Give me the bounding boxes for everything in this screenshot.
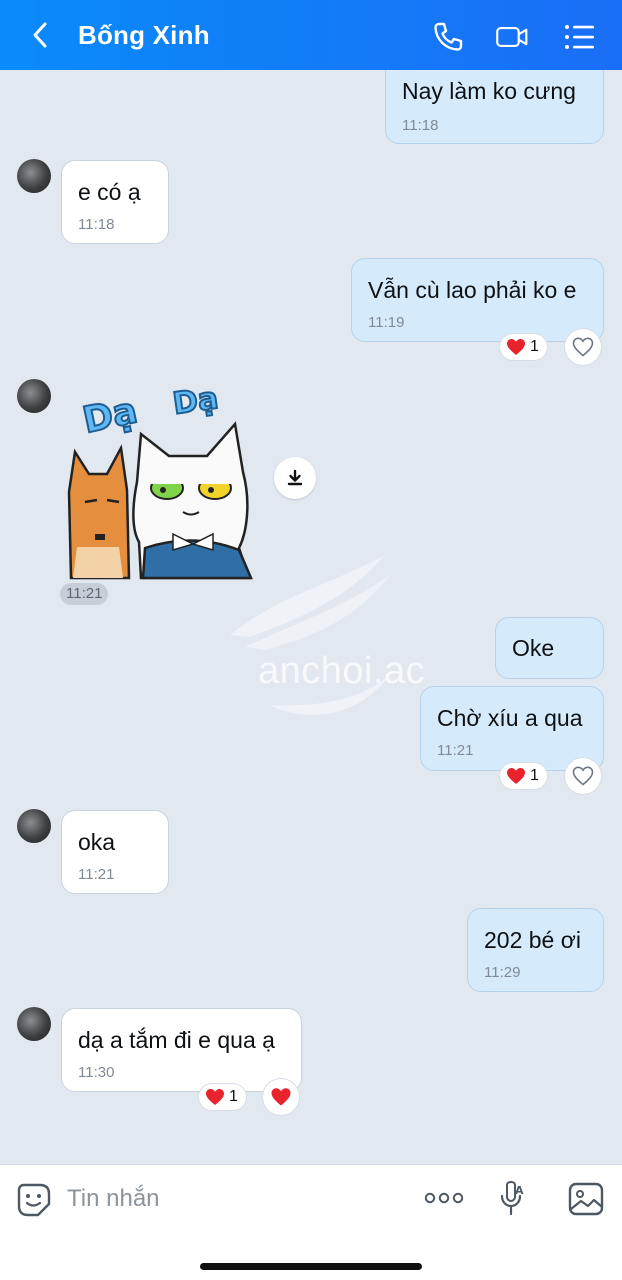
message-time: 11:18	[402, 117, 439, 134]
heart-outline-icon	[572, 766, 594, 786]
message-text: Chờ xíu a qua	[437, 705, 583, 731]
contact-name[interactable]: Bống Xinh	[78, 20, 210, 51]
message-time: 11:21	[60, 583, 109, 605]
message-time: 11:30	[78, 1064, 115, 1081]
download-button[interactable]	[274, 457, 316, 499]
message-bubble-incoming[interactable]: e có ạ 11:18	[61, 160, 169, 244]
message-bubble-outgoing[interactable]: Oke	[495, 617, 604, 679]
message-time: 11:19	[368, 314, 405, 331]
message-time: 11:29	[484, 964, 521, 981]
message-text: Vẫn cù lao phải ko e	[368, 277, 577, 303]
avatar[interactable]	[17, 379, 51, 413]
image-gallery-icon[interactable]	[568, 1182, 604, 1216]
back-icon[interactable]	[26, 20, 56, 50]
emoji-sticker-icon[interactable]	[16, 1182, 52, 1218]
chat-header: Bống Xinh	[0, 0, 622, 70]
avatar[interactable]	[17, 1007, 51, 1041]
message-text: e có ạ	[78, 179, 141, 205]
sticker-text-left: Dạ	[79, 390, 141, 441]
video-call-icon[interactable]	[495, 20, 529, 54]
message-bubble-outgoing[interactable]: 202 bé ơi 11:29	[467, 908, 604, 992]
message-text: Nay làm ko cưng	[402, 78, 576, 104]
reaction-count: 1	[530, 338, 539, 355]
message-time: 11:18	[78, 216, 115, 233]
avatar[interactable]	[17, 809, 51, 843]
message-input[interactable]: Tin nhắn	[67, 1185, 160, 1213]
message-text: oka	[78, 829, 116, 855]
react-button[interactable]	[565, 329, 601, 365]
reaction-summary[interactable]: 1	[199, 1084, 246, 1110]
watermark-logo	[230, 555, 390, 715]
message-text: Oke	[512, 635, 555, 661]
message-composer: Tin nhắn A	[0, 1164, 622, 1280]
reaction-count: 1	[229, 1088, 238, 1105]
message-text: 202 bé ơi	[484, 927, 581, 953]
message-bubble-incoming[interactable]: oka 11:21	[61, 810, 169, 894]
sticker-image[interactable]: Dạ Dạ	[63, 372, 259, 580]
heart-icon	[206, 1089, 224, 1105]
message-time: 11:21	[78, 866, 115, 883]
reaction-summary[interactable]: 1	[500, 334, 547, 360]
message-list[interactable]: Nay làm ko cưng 11:18 e có ạ 11:18 Vẫn c…	[0, 70, 622, 1164]
avatar[interactable]	[17, 159, 51, 193]
message-bubble-incoming[interactable]: dạ a tắm đi e qua ạ 11:30	[61, 1008, 302, 1092]
watermark-text: anchoi.ac	[258, 650, 426, 692]
message-text: dạ a tắm đi e qua ạ	[78, 1027, 275, 1053]
home-indicator	[200, 1263, 422, 1270]
reaction-count: 1	[530, 767, 539, 784]
message-bubble-outgoing[interactable]: Nay làm ko cưng 11:18	[385, 70, 604, 144]
more-options-icon[interactable]	[424, 1192, 464, 1204]
message-time: 11:21	[437, 742, 474, 759]
heart-outline-icon	[572, 337, 594, 357]
menu-list-icon[interactable]	[563, 20, 597, 54]
voice-text-icon[interactable]: A	[498, 1181, 526, 1217]
download-icon	[287, 469, 303, 486]
react-button[interactable]	[565, 758, 601, 794]
phone-icon[interactable]	[431, 20, 465, 54]
heart-icon	[507, 339, 525, 355]
svg-text:A: A	[515, 1184, 524, 1197]
sticker-text-right: Dạ	[171, 381, 221, 422]
reaction-summary[interactable]: 1	[500, 763, 547, 789]
heart-icon	[271, 1088, 291, 1106]
heart-icon	[507, 768, 525, 784]
react-button-active[interactable]	[263, 1079, 299, 1115]
message-bubble-outgoing[interactable]: Vẫn cù lao phải ko e 11:19	[351, 258, 604, 342]
